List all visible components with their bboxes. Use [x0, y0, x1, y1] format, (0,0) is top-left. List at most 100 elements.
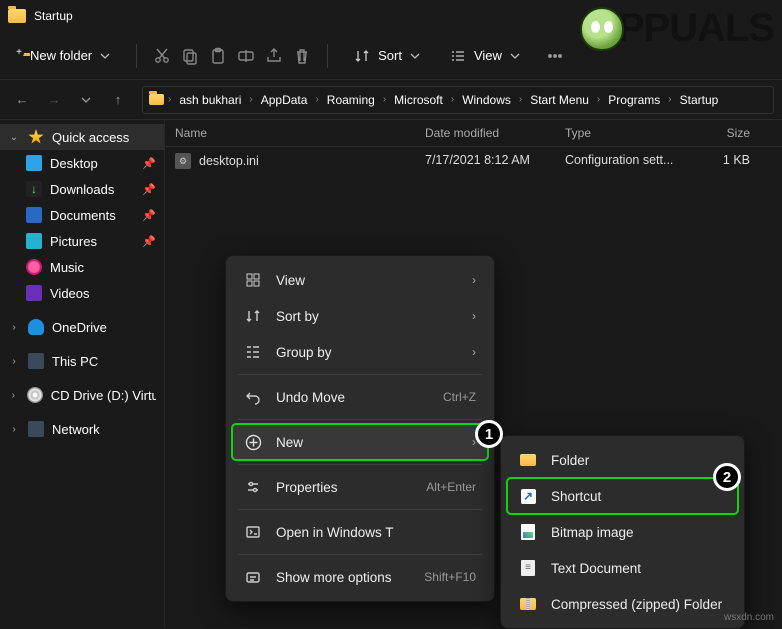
ini-file-icon: ⚙	[175, 153, 191, 169]
sidebar-item-desktop[interactable]: Desktop 📌	[0, 150, 164, 176]
chevron-right-icon: ›	[472, 309, 476, 323]
sidebar-item-videos[interactable]: Videos	[0, 280, 164, 306]
submenu-label: Text Document	[551, 561, 726, 576]
crumb-label: Microsoft	[394, 93, 443, 107]
sidebar-item-downloads[interactable]: Downloads📌	[0, 176, 164, 202]
view-button[interactable]: View	[440, 42, 530, 70]
sidebar-item-music[interactable]: Music	[0, 254, 164, 280]
view-icon	[450, 48, 466, 64]
folder-icon	[519, 451, 537, 469]
submenu-folder[interactable]: Folder	[507, 442, 738, 478]
col-date[interactable]: Date modified	[425, 126, 565, 140]
up-button[interactable]: ↑	[104, 86, 132, 114]
view-label: View	[474, 48, 502, 63]
sidebar-item-pictures[interactable]: Pictures📌	[0, 228, 164, 254]
bitmap-icon	[519, 523, 537, 541]
crumb-label: ash bukhari	[179, 93, 241, 107]
ctx-open-terminal[interactable]: Open in Windows T	[232, 514, 488, 550]
paste-button[interactable]	[209, 47, 227, 65]
sidebar-item-label: Videos	[50, 286, 90, 301]
ctx-view[interactable]: View ›	[232, 262, 488, 298]
submenu-shortcut[interactable]: Shortcut	[507, 478, 738, 514]
ctx-new[interactable]: New ›	[232, 424, 488, 460]
crumb[interactable]: Microsoft	[390, 91, 447, 109]
sidebar-item-label: Desktop	[50, 156, 98, 171]
share-button[interactable]	[265, 47, 283, 65]
chevron-down-icon: ⌄	[8, 132, 20, 143]
sidebar-item-label: This PC	[52, 354, 98, 369]
more-button[interactable]	[546, 47, 564, 65]
context-submenu-new: Folder Shortcut Bitmap image Text Docume…	[500, 435, 745, 629]
new-folder-label: New folder	[30, 48, 92, 63]
sidebar-item-label: OneDrive	[52, 320, 107, 335]
file-row[interactable]: ⚙desktop.ini 7/17/2021 8:12 AM Configura…	[165, 147, 782, 175]
sidebar-item-documents[interactable]: Documents📌	[0, 202, 164, 228]
file-size: 1 KB	[690, 153, 750, 169]
ctx-group[interactable]: Group by ›	[232, 334, 488, 370]
network-icon	[28, 421, 44, 437]
ctx-undo[interactable]: Undo Move Ctrl+Z	[232, 379, 488, 415]
crumb-label: Roaming	[327, 93, 375, 107]
submenu-label: Bitmap image	[551, 525, 726, 540]
crumb[interactable]: ash bukhari	[175, 91, 245, 109]
downloads-icon	[26, 181, 42, 197]
file-list-pane[interactable]: Name Date modified Type Size ⚙desktop.in…	[165, 120, 782, 627]
submenu-zip[interactable]: Compressed (zipped) Folder	[507, 586, 738, 622]
sidebar-item-label: CD Drive (D:) Virtual	[51, 388, 156, 403]
crumb-label: Programs	[608, 93, 660, 107]
star-icon	[28, 129, 44, 145]
rename-button[interactable]	[237, 47, 255, 65]
back-button[interactable]: ←	[8, 86, 36, 114]
ctx-label: Sort by	[276, 309, 458, 324]
plus-circle-icon	[244, 433, 262, 451]
submenu-text[interactable]: Text Document	[507, 550, 738, 586]
sidebar-item-cd-drive[interactable]: ›CD Drive (D:) Virtual	[0, 382, 164, 408]
chevron-right-icon: ›	[8, 424, 20, 435]
col-name[interactable]: Name	[175, 126, 425, 140]
new-folder-button[interactable]: New folder	[12, 42, 120, 69]
videos-icon	[26, 285, 42, 301]
forward-button[interactable]: →	[40, 86, 68, 114]
ctx-properties[interactable]: Properties Alt+Enter	[232, 469, 488, 505]
chevron-down-icon	[410, 51, 420, 61]
sort-button[interactable]: Sort	[344, 42, 430, 70]
shortcut-icon	[519, 487, 537, 505]
pin-icon: 📌	[142, 157, 156, 170]
crumb[interactable]: Windows	[458, 91, 515, 109]
cut-button[interactable]	[153, 47, 171, 65]
copy-button[interactable]	[181, 47, 199, 65]
crumb[interactable]: Startup	[676, 91, 723, 109]
ctx-label: New	[276, 435, 458, 450]
separator	[238, 509, 482, 510]
breadcrumb[interactable]: › ash bukhari› AppData› Roaming› Microso…	[142, 86, 774, 114]
delete-button[interactable]	[293, 47, 311, 65]
crumb[interactable]: AppData	[257, 91, 312, 109]
separator	[238, 374, 482, 375]
sidebar-item-onedrive[interactable]: › OneDrive	[0, 314, 164, 340]
chevron-right-icon: ›	[8, 322, 20, 333]
ctx-more-options[interactable]: Show more options Shift+F10	[232, 559, 488, 595]
watermark: wsxdn.com	[724, 612, 774, 623]
crumb-label: Start Menu	[530, 93, 589, 107]
crumb[interactable]: Roaming	[323, 91, 379, 109]
ctx-sort[interactable]: Sort by ›	[232, 298, 488, 334]
ctx-hint: Shift+F10	[424, 570, 476, 584]
music-icon	[26, 259, 42, 275]
crumb[interactable]: Programs	[604, 91, 664, 109]
sidebar-item-network[interactable]: ›Network	[0, 416, 164, 442]
recent-button[interactable]	[72, 86, 100, 114]
col-size[interactable]: Size	[690, 126, 750, 140]
sidebar-item-label: Music	[50, 260, 84, 275]
nav-row: ← → ↑ › ash bukhari› AppData› Roaming› M…	[0, 80, 782, 120]
col-type[interactable]: Type	[565, 126, 690, 140]
pin-icon: 📌	[142, 235, 156, 248]
pin-icon: 📌	[142, 183, 156, 196]
sidebar-item-this-pc[interactable]: ›This PC	[0, 348, 164, 374]
sort-label: Sort	[378, 48, 402, 63]
cd-icon	[27, 387, 43, 403]
submenu-bitmap[interactable]: Bitmap image	[507, 514, 738, 550]
column-headers[interactable]: Name Date modified Type Size	[165, 120, 782, 147]
crumb[interactable]: Start Menu	[526, 91, 593, 109]
ctx-label: Undo Move	[276, 390, 429, 405]
sidebar-item-quick-access[interactable]: ⌄ Quick access	[0, 124, 164, 150]
